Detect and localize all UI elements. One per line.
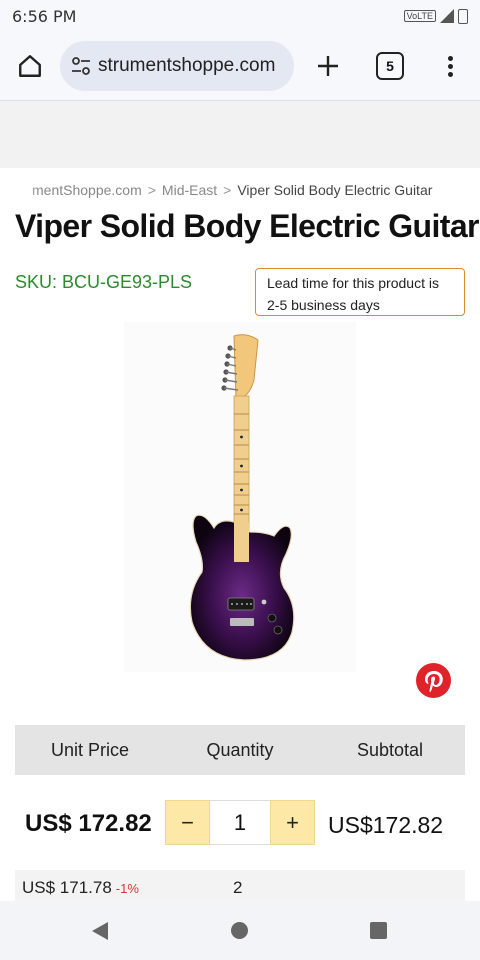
quantity-input[interactable] xyxy=(210,800,270,845)
product-title: Viper Solid Body Electric Guitar xyxy=(15,208,480,244)
address-bar[interactable]: strumentshoppe.com xyxy=(60,41,294,91)
subtotal: US$172.82 xyxy=(328,812,444,838)
breadcrumb-separator: > xyxy=(223,182,232,198)
browser-toolbar: strumentshoppe.com 5 xyxy=(0,32,480,100)
tier-price-value: US$ 171.78 xyxy=(22,878,112,897)
back-icon[interactable] xyxy=(92,922,108,940)
status-icons: VoLTE xyxy=(403,8,468,24)
guitar-illustration xyxy=(189,334,295,661)
recents-icon[interactable] xyxy=(370,922,387,939)
signal-icon xyxy=(440,9,454,23)
more-menu-icon[interactable] xyxy=(436,50,464,82)
new-tab-icon xyxy=(318,56,338,76)
breadcrumb-fade xyxy=(0,182,40,200)
pinterest-icon xyxy=(424,670,443,692)
column-header-unit-price: Unit Price xyxy=(50,739,130,760)
volte-icon: VoLTE xyxy=(403,10,436,22)
price-row: US$ 172.82 − + US$172.82 xyxy=(15,790,465,856)
site-settings-icon[interactable] xyxy=(70,55,92,77)
home-nav-icon[interactable] xyxy=(231,922,248,939)
product-sku: SKU: BCU-GE93-PLS xyxy=(15,272,193,292)
tier-price: US$ 171.78 -1% xyxy=(22,878,139,898)
breadcrumb: mentShoppe.com > Mid-East > Viper Solid Body… xyxy=(0,182,480,200)
tab-count: 5 xyxy=(386,58,394,74)
new-tab-button[interactable] xyxy=(312,50,344,82)
quantity-increase-button[interactable]: + xyxy=(270,800,315,845)
home-button[interactable] xyxy=(10,46,50,86)
status-bar: 6:56 PM VoLTE xyxy=(0,0,480,32)
breadcrumb-separator: > xyxy=(147,182,156,198)
status-time: 6:56 PM xyxy=(12,6,77,26)
tier-price-row: US$ 171.78 -1% 2 xyxy=(15,870,465,904)
column-header-quantity: Quantity xyxy=(206,739,274,760)
product-image[interactable] xyxy=(124,322,356,672)
breadcrumb-item-store[interactable]: mentShoppe.com xyxy=(32,182,142,198)
battery-icon xyxy=(458,8,468,24)
tier-discount: -1% xyxy=(115,881,139,896)
tabs-button[interactable]: 5 xyxy=(376,52,404,80)
column-header-subtotal: Subtotal xyxy=(356,739,424,760)
system-nav-bar xyxy=(0,901,480,960)
breadcrumb-item-mid-east[interactable]: Mid-East xyxy=(162,182,217,198)
breadcrumb-item-current: Viper Solid Body Electric Guitar xyxy=(237,182,433,198)
lead-time-notice: Lead time for this product is 2-5 busine… xyxy=(255,268,465,316)
price-table-header: Unit Price Quantity Subtotal xyxy=(15,725,465,775)
tier-quantity: 2 xyxy=(233,878,243,897)
pinterest-share-button[interactable] xyxy=(416,663,451,698)
home-icon xyxy=(19,55,41,77)
quantity-decrease-button[interactable]: − xyxy=(165,800,210,845)
url-text: strumentshoppe.com xyxy=(98,55,276,76)
site-header-banner xyxy=(0,101,480,168)
unit-price: US$ 172.82 xyxy=(25,810,152,837)
